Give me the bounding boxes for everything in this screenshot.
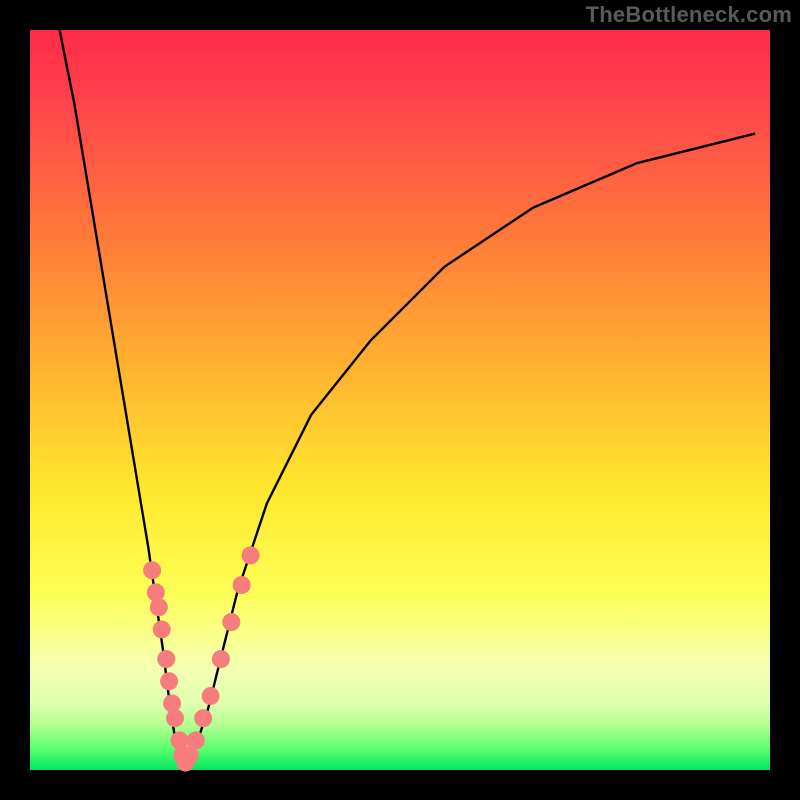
outer-frame: TheBottleneck.com <box>0 0 800 800</box>
highlight-dots <box>143 546 259 771</box>
highlight-dot <box>157 650 175 668</box>
highlight-dot <box>233 576 251 594</box>
highlight-dot <box>202 687 220 705</box>
highlight-dot <box>242 546 260 564</box>
highlight-dot <box>187 731 205 749</box>
highlight-dot <box>212 650 230 668</box>
highlight-dot <box>166 709 184 727</box>
highlight-dot <box>222 613 240 631</box>
highlight-dot <box>150 598 168 616</box>
chart-svg <box>30 30 770 770</box>
highlight-dot <box>143 561 161 579</box>
watermark-text: TheBottleneck.com <box>586 2 792 28</box>
highlight-dot <box>147 583 165 601</box>
highlight-dot <box>194 709 212 727</box>
highlight-dot <box>160 672 178 690</box>
highlight-dot <box>153 620 171 638</box>
plot-area <box>30 30 770 770</box>
